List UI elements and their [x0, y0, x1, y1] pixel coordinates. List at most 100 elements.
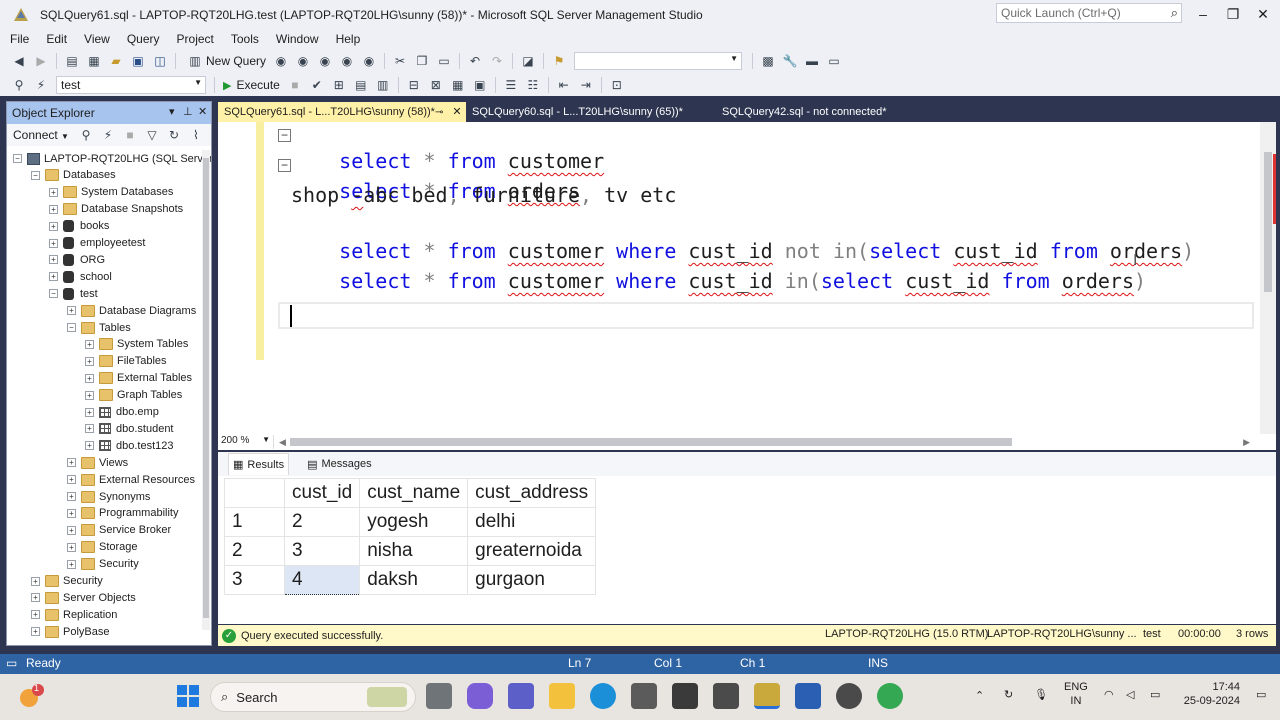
tree-node[interactable]: + Views — [67, 454, 128, 471]
expand-icon[interactable]: + — [31, 627, 40, 637]
ssms-taskbar-icon[interactable] — [754, 683, 780, 709]
menu-window[interactable]: Window — [276, 32, 319, 46]
find-combo[interactable]: ▼ — [574, 52, 743, 70]
tree-node[interactable]: + Replication — [31, 606, 117, 623]
grid-cell[interactable]: 2 — [283, 507, 361, 537]
tree-node[interactable]: + school — [49, 268, 112, 285]
find-icon[interactable]: ⚑ — [550, 52, 568, 70]
expand-icon[interactable]: + — [67, 508, 76, 518]
outdent-icon[interactable]: ⇤ — [555, 76, 573, 94]
tree-node[interactable]: + dbo.test123 — [85, 437, 174, 454]
menu-file[interactable]: File — [10, 32, 29, 46]
collapse-icon[interactable]: − — [49, 289, 58, 299]
cancel-query-icon[interactable]: ■ — [286, 76, 304, 94]
column-header[interactable]: cust_name — [359, 478, 469, 508]
taskbar-search[interactable]: ⌕ Search — [210, 682, 416, 712]
teams-icon[interactable] — [508, 683, 534, 709]
database-engine-query-icon[interactable]: ◉ — [272, 52, 290, 70]
expand-icon[interactable]: + — [67, 525, 76, 535]
tree-node[interactable]: + dbo.student — [85, 420, 174, 437]
expand-icon[interactable]: + — [85, 390, 94, 400]
show-hidden-icons[interactable]: ⌃ — [975, 689, 984, 703]
grid-cell[interactable]: nisha — [359, 536, 469, 566]
expand-icon[interactable]: + — [49, 204, 58, 214]
tree-node[interactable]: + dbo.emp — [85, 404, 159, 421]
virtualbox-icon[interactable] — [672, 683, 698, 709]
tree-node[interactable]: + System Databases — [49, 184, 173, 201]
video-editor-icon[interactable] — [713, 683, 739, 709]
grid-cell[interactable]: delhi — [467, 507, 597, 537]
close-window-button[interactable]: ✕ — [1248, 2, 1278, 26]
pin-icon[interactable]: ⊥ — [183, 105, 193, 118]
indent-icon[interactable]: ⇥ — [577, 76, 595, 94]
menu-project[interactable]: Project — [177, 32, 214, 46]
collapse-icon[interactable]: − — [278, 129, 291, 142]
expand-icon[interactable]: + — [49, 187, 58, 197]
properties-icon[interactable]: ▩ — [759, 52, 777, 70]
expand-icon[interactable]: + — [67, 458, 76, 468]
tab-sqlquery61[interactable]: SQLQuery61.sql - L...T20LHG\sunny (58))*… — [218, 102, 466, 122]
battery-icon[interactable]: ▭ — [1150, 688, 1160, 702]
tree-node[interactable]: + ORG — [49, 251, 105, 268]
grid-cell[interactable]: gurgaon — [467, 565, 597, 595]
menu-tools[interactable]: Tools — [231, 32, 259, 46]
expand-icon[interactable]: + — [67, 306, 76, 316]
file-explorer-icon[interactable] — [549, 683, 575, 709]
collapse-icon[interactable]: − — [67, 323, 76, 332]
menu-help[interactable]: Help — [336, 32, 361, 46]
output-window-icon[interactable]: ▭ — [825, 52, 843, 70]
filter-icon[interactable]: ▽ — [143, 126, 161, 144]
tree-node[interactable]: + Graph Tables — [85, 387, 182, 404]
tree-node[interactable]: + Security — [31, 573, 103, 590]
open-file-icon[interactable]: ▰ — [107, 52, 125, 70]
search-icon[interactable]: ⌕ — [1171, 5, 1178, 21]
query-designer-icon[interactable]: ▤ — [352, 76, 370, 94]
close-tab-icon[interactable]: ✕ — [452, 106, 461, 118]
row-number[interactable]: 2 — [224, 536, 285, 566]
tree-node[interactable]: + employeetest — [49, 235, 145, 252]
new-query-button[interactable]: ▥ New Query — [184, 52, 266, 70]
expand-icon[interactable]: + — [85, 373, 94, 383]
activity-monitor-icon[interactable]: ◪ — [519, 52, 537, 70]
row-number-header[interactable] — [224, 478, 285, 508]
pin-tab-icon[interactable]: ⊸ — [435, 107, 443, 118]
language-indicator[interactable]: ENG IN — [1064, 680, 1088, 708]
tree-node[interactable]: + Storage — [67, 539, 138, 556]
stop-icon[interactable]: ■ — [121, 126, 139, 144]
results-text-icon[interactable]: ▥ — [374, 76, 392, 94]
database-select[interactable]: test ▼ — [56, 76, 206, 94]
expand-icon[interactable]: + — [67, 475, 76, 485]
connect-plug-icon[interactable]: ⚲ — [77, 126, 95, 144]
live-stats-icon[interactable]: ⊠ — [427, 76, 445, 94]
horizontal-scrollbar[interactable] — [290, 438, 1012, 446]
tree-node[interactable]: + books — [49, 218, 109, 235]
query-editor[interactable]: − select * from customer − select * from… — [218, 122, 1276, 434]
obs-icon[interactable] — [836, 683, 862, 709]
expand-icon[interactable]: + — [85, 441, 94, 451]
connect-icon[interactable]: ⚲ — [10, 76, 28, 94]
add-item-icon[interactable]: ▦ — [85, 52, 103, 70]
minimize-button[interactable]: – — [1188, 2, 1218, 26]
tab-sqlquery60[interactable]: SQLQuery60.sql - L...T20LHG\sunny (65))* — [466, 102, 716, 122]
expand-icon[interactable]: + — [85, 407, 94, 417]
expand-icon[interactable]: + — [85, 356, 94, 366]
tree-node[interactable]: + Service Broker — [67, 522, 171, 539]
include-plan-icon[interactable]: ⊟ — [405, 76, 423, 94]
collapse-icon[interactable]: − — [13, 154, 22, 163]
parse-icon[interactable]: ✔ — [308, 76, 326, 94]
copilot-icon[interactable] — [467, 683, 493, 709]
display-plan-icon[interactable]: ⊞ — [330, 76, 348, 94]
tree-node[interactable]: + FileTables — [85, 353, 167, 370]
snipping-tool-icon[interactable] — [631, 683, 657, 709]
dmx-query-icon[interactable]: ◉ — [316, 52, 334, 70]
new-project-icon[interactable]: ▤ — [63, 52, 81, 70]
tree-node[interactable]: + Security — [67, 556, 139, 573]
activity-icon[interactable]: ⌇ — [187, 126, 205, 144]
wifi-icon[interactable]: ◠ — [1104, 688, 1114, 702]
mdx-query-icon[interactable]: ◉ — [294, 52, 312, 70]
word-icon[interactable] — [795, 683, 821, 709]
volume-icon[interactable]: ◁ — [1126, 688, 1134, 702]
tree-node[interactable]: + Database Diagrams — [67, 302, 196, 319]
grid-cell[interactable]: yogesh — [359, 507, 469, 537]
disconnect-icon[interactable]: ⚡ — [99, 126, 117, 144]
